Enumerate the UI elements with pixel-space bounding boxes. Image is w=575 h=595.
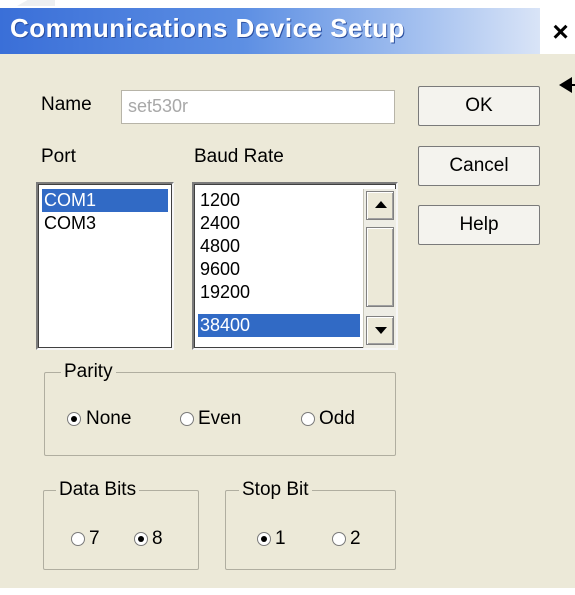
help-button[interactable]: Help [418, 205, 540, 245]
scroll-down-button[interactable] [366, 316, 394, 345]
arrow-up-icon [375, 201, 387, 208]
parity-even-radio[interactable] [180, 412, 194, 426]
arrow-down-icon [375, 327, 387, 334]
baud-rate-scrollbar[interactable] [363, 189, 396, 348]
port-item[interactable]: COM1 [42, 189, 168, 212]
stop-bit-1-radio[interactable] [257, 532, 271, 546]
parity-legend: Parity [61, 361, 116, 383]
dialog-title: Communications Device Setup [10, 13, 405, 43]
baud-rate-item[interactable]: 9600 [198, 258, 360, 281]
baud-rate-label: Baud Rate [194, 146, 284, 167]
parity-even-label: Even [198, 408, 242, 429]
baud-rate-item[interactable]: 4800 [198, 235, 360, 258]
scroll-up-button[interactable] [366, 191, 394, 220]
data-bits-8-radio[interactable] [134, 532, 148, 546]
stop-bit-2-label: 2 [350, 528, 361, 549]
data-bits-group: Data Bits 7 8 [43, 479, 199, 570]
name-field[interactable]: set530r [121, 90, 395, 124]
port-listbox[interactable]: COM1 COM3 [36, 182, 174, 350]
stop-bit-1-label: 1 [275, 528, 286, 549]
ok-button[interactable]: OK [418, 86, 540, 126]
stop-bit-2-radio[interactable] [332, 532, 346, 546]
baud-rate-item[interactable]: 1200 [198, 189, 360, 212]
parity-odd-radio[interactable] [301, 412, 315, 426]
parity-group: Parity None Even Odd [44, 361, 396, 456]
port-label: Port [41, 146, 76, 167]
name-label: Name [41, 94, 92, 115]
data-bits-7-label: 7 [89, 528, 100, 549]
title-bar: Communications Device Setup × [0, 6, 575, 54]
baud-rate-item[interactable]: 2400 [198, 212, 360, 235]
cancel-button[interactable]: Cancel [418, 146, 540, 186]
parity-odd-label: Odd [319, 408, 355, 429]
parity-none-radio[interactable] [67, 412, 81, 426]
stop-bit-group: Stop Bit 1 2 [225, 479, 396, 570]
stop-bit-legend: Stop Bit [239, 479, 312, 501]
scroll-thumb[interactable] [366, 227, 394, 307]
close-button[interactable]: × [546, 16, 575, 48]
baud-rate-item[interactable]: 38400 [198, 314, 360, 337]
port-item[interactable]: COM3 [42, 212, 168, 235]
parity-none-label: None [86, 408, 132, 429]
baud-rate-item[interactable]: 19200 [198, 281, 360, 304]
communications-device-setup-dialog: Communications Device Setup × Name set53… [0, 6, 575, 588]
data-bits-7-radio[interactable] [71, 532, 85, 546]
pointer-line [570, 84, 575, 86]
data-bits-8-label: 8 [152, 528, 163, 549]
data-bits-legend: Data Bits [56, 479, 140, 501]
